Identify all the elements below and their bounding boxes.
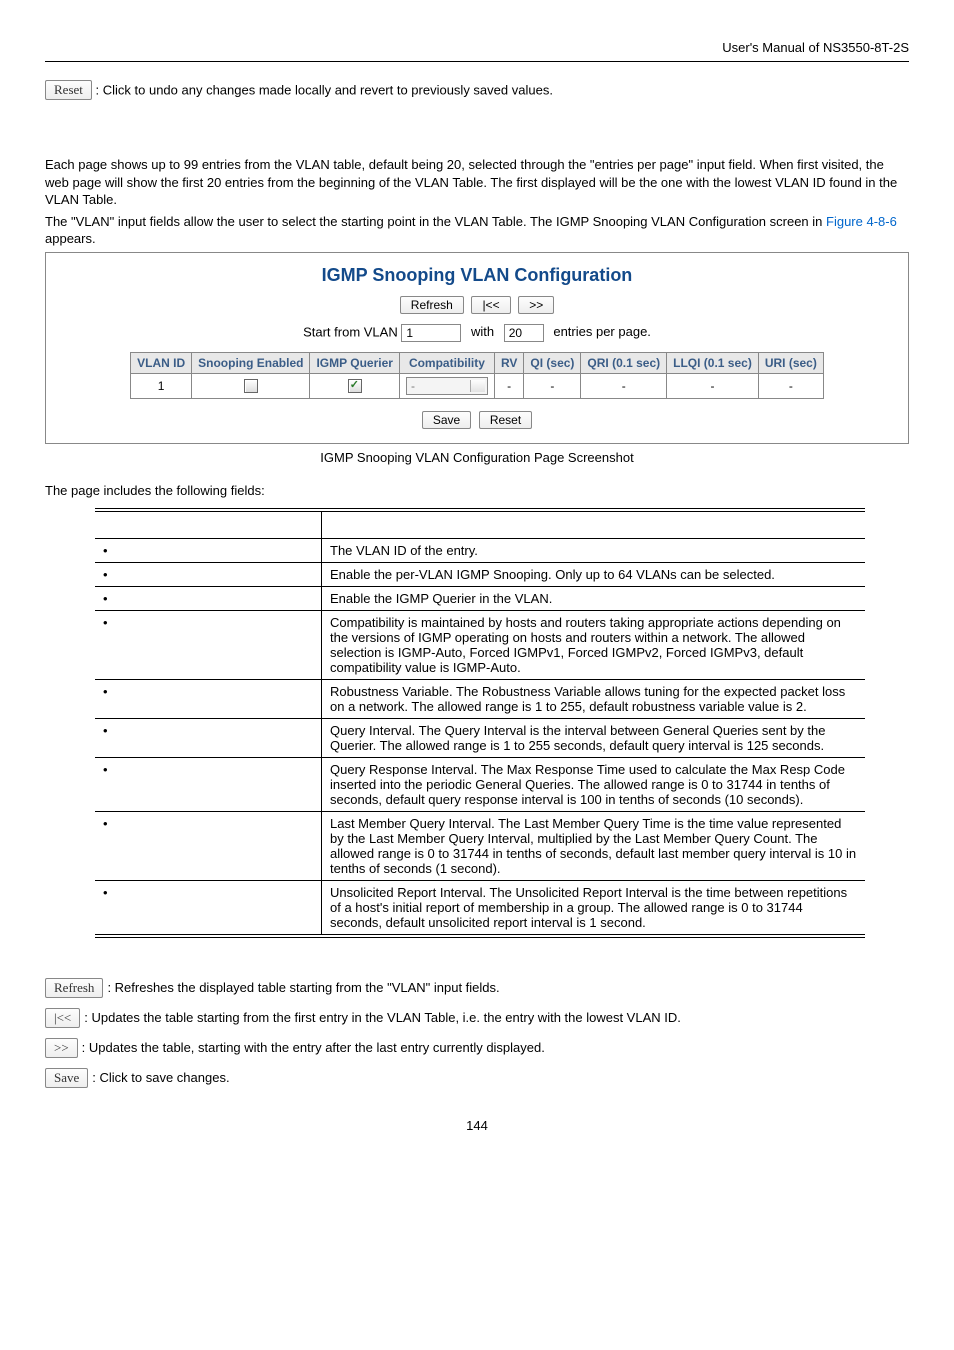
field-name-cell: [95, 586, 322, 610]
table-row: 1 - - - - - -: [131, 373, 824, 398]
entries-per-page-input[interactable]: 20: [504, 324, 544, 342]
footer-save-row: Save : Click to save changes.: [45, 1068, 909, 1088]
field-desc-cell: Query Response Interval. The Max Respons…: [322, 757, 866, 811]
col-qri: QRI (0.1 sec): [581, 352, 667, 373]
field-name-cell: [95, 718, 322, 757]
field-row: Query Interval. The Query Interval is th…: [95, 718, 865, 757]
field-name-cell: [95, 880, 322, 936]
screenshot-caption: IGMP Snooping VLAN Configuration Page Sc…: [45, 450, 909, 465]
paging-row: Start from VLAN 1 with 20 entries per pa…: [50, 324, 904, 342]
cell-qi: -: [524, 373, 581, 398]
field-desc-cell: The VLAN ID of the entry.: [322, 538, 866, 562]
save-button[interactable]: Save: [422, 411, 471, 429]
document-page: User's Manual of NS3550-8T-2S Reset : Cl…: [0, 0, 954, 1163]
field-name-cell: [95, 562, 322, 586]
col-llqi: LLQI (0.1 sec): [667, 352, 759, 373]
footer-refresh-button[interactable]: Refresh: [45, 978, 103, 998]
cell-compat: -: [399, 373, 494, 398]
footer-first-button[interactable]: |<<: [45, 1008, 80, 1028]
chevron-down-icon: [473, 384, 481, 389]
fields-header-right: [322, 510, 866, 539]
footer-save-button[interactable]: Save: [45, 1068, 88, 1088]
panel-button-row: Refresh |<< >>: [50, 296, 904, 314]
col-igmp-querier: IGMP Querier: [310, 352, 399, 373]
reset-button-panel[interactable]: Reset: [479, 411, 532, 429]
field-row: Enable the per-VLAN IGMP Snooping. Only …: [95, 562, 865, 586]
fields-table: The VLAN ID of the entry. Enable the per…: [95, 508, 865, 938]
compatibility-select[interactable]: -: [406, 377, 488, 395]
snooping-checkbox[interactable]: [244, 379, 258, 393]
field-row: Robustness Variable. The Robustness Vari…: [95, 679, 865, 718]
vlan-config-table: VLAN ID Snooping Enabled IGMP Querier Co…: [130, 352, 824, 399]
intro-p2-b: appears.: [45, 231, 96, 246]
col-compatibility: Compatibility: [399, 352, 494, 373]
field-row: The VLAN ID of the entry.: [95, 538, 865, 562]
cell-rv: -: [494, 373, 523, 398]
compat-value: -: [411, 379, 415, 393]
footer-first-text: : Updates the table starting from the fi…: [84, 1010, 909, 1025]
intro-p2-a: The "VLAN" input fields allow the user t…: [45, 214, 826, 229]
col-uri: URI (sec): [758, 352, 823, 373]
cell-qri: -: [581, 373, 667, 398]
col-snooping-enabled: Snooping Enabled: [192, 352, 310, 373]
field-desc-cell: Compatibility is maintained by hosts and…: [322, 610, 866, 679]
col-qi: QI (sec): [524, 352, 581, 373]
table-header-row: VLAN ID Snooping Enabled IGMP Querier Co…: [131, 352, 824, 373]
field-desc-cell: Unsolicited Report Interval. The Unsolic…: [322, 880, 866, 936]
refresh-button[interactable]: Refresh: [400, 296, 464, 314]
header-rule: [45, 61, 909, 62]
field-desc-cell: Last Member Query Interval. The Last Mem…: [322, 811, 866, 880]
footer-next-text: : Updates the table, starting with the e…: [82, 1040, 909, 1055]
field-desc-cell: Robustness Variable. The Robustness Vari…: [322, 679, 866, 718]
col-rv: RV: [494, 352, 523, 373]
reset-description: : Click to undo any changes made locally…: [96, 83, 553, 98]
cell-llqi: -: [667, 373, 759, 398]
intro-paragraph-1: Each page shows up to 99 entries from th…: [45, 156, 909, 209]
footer-save-text: : Click to save changes.: [92, 1070, 909, 1085]
col-vlan-id: VLAN ID: [131, 352, 192, 373]
field-row: Compatibility is maintained by hosts and…: [95, 610, 865, 679]
footer-refresh-text: : Refreshes the displayed table starting…: [107, 980, 909, 995]
fields-header-left: [95, 510, 322, 539]
panel-title: IGMP Snooping VLAN Configuration: [50, 265, 904, 286]
first-page-button[interactable]: |<<: [471, 296, 510, 314]
field-name-cell: [95, 811, 322, 880]
footer-next-button[interactable]: >>: [45, 1038, 78, 1058]
start-from-label: Start from VLAN: [303, 324, 398, 339]
reset-button[interactable]: Reset: [45, 80, 92, 100]
manual-title: User's Manual of NS3550-8T-2S: [45, 40, 909, 55]
querier-checkbox[interactable]: [348, 379, 362, 393]
field-row: Last Member Query Interval. The Last Mem…: [95, 811, 865, 880]
field-name-cell: [95, 757, 322, 811]
reset-description-row: Reset : Click to undo any changes made l…: [45, 80, 909, 100]
field-row: Unsolicited Report Interval. The Unsolic…: [95, 880, 865, 936]
footer-refresh-row: Refresh : Refreshes the displayed table …: [45, 978, 909, 998]
field-name-cell: [95, 610, 322, 679]
figure-link[interactable]: Figure 4-8-6: [826, 214, 897, 229]
footer-buttons-section: Refresh : Refreshes the displayed table …: [45, 978, 909, 1088]
cell-uri: -: [758, 373, 823, 398]
footer-next-row: >> : Updates the table, starting with th…: [45, 1038, 909, 1058]
cell-snooping: [192, 373, 310, 398]
field-row: Enable the IGMP Querier in the VLAN.: [95, 586, 865, 610]
intro-paragraph-2: The "VLAN" input fields allow the user t…: [45, 213, 909, 248]
field-desc-cell: Enable the IGMP Querier in the VLAN.: [322, 586, 866, 610]
config-panel: IGMP Snooping VLAN Configuration Refresh…: [45, 252, 909, 444]
field-name-cell: [95, 679, 322, 718]
entries-label: entries per page.: [553, 324, 651, 339]
with-label: with: [471, 324, 494, 339]
field-desc-cell: Query Interval. The Query Interval is th…: [322, 718, 866, 757]
page-number: 144: [45, 1118, 909, 1133]
field-name-cell: [95, 538, 322, 562]
field-desc-cell: Enable the per-VLAN IGMP Snooping. Only …: [322, 562, 866, 586]
save-reset-row: Save Reset: [50, 411, 904, 429]
fields-header-row: [95, 510, 865, 539]
cell-vlan-id: 1: [131, 373, 192, 398]
fields-intro: The page includes the following fields:: [45, 483, 909, 498]
field-row: Query Response Interval. The Max Respons…: [95, 757, 865, 811]
footer-first-row: |<< : Updates the table starting from th…: [45, 1008, 909, 1028]
cell-querier: [310, 373, 399, 398]
start-vlan-input[interactable]: 1: [401, 324, 461, 342]
next-page-button[interactable]: >>: [518, 296, 554, 314]
